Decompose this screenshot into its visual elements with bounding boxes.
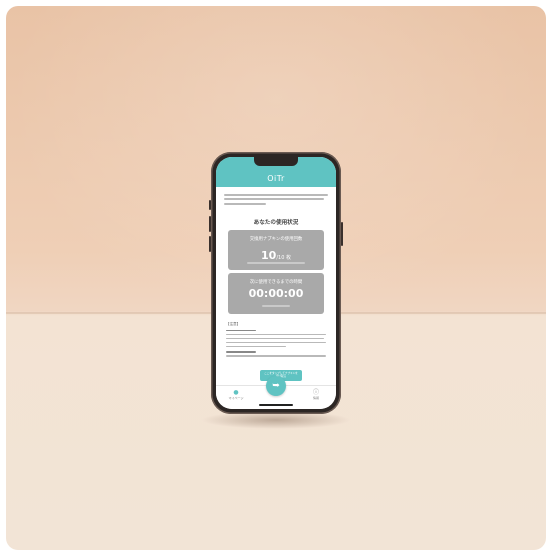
- tab-info-label: 情報: [312, 396, 319, 400]
- home-indicator: [259, 404, 293, 406]
- next-use-label: 次に使用できるまでの時間: [249, 280, 303, 285]
- phone-screen: OiTr あなたの使用状況 交換用ナプキンの使用回数 10/10 枚 次に使用で…: [216, 157, 336, 409]
- tab-info[interactable]: ⓘ 情報: [302, 389, 330, 400]
- app-header: OiTr: [216, 157, 336, 187]
- usage-count-note: [228, 262, 324, 264]
- next-use-card: 次に使用できるまでの時間 00:00:00: [228, 273, 324, 314]
- phone-notch: [254, 157, 298, 166]
- app-logo: OiTr: [267, 174, 285, 183]
- person-icon: ●: [233, 389, 239, 396]
- usage-count-label: 交換用ナプキンの使用回数: [249, 237, 303, 242]
- usage-count-unit: /10 枚: [276, 255, 291, 261]
- intro-text: [224, 191, 328, 209]
- usage-count-value: 10/10 枚: [261, 249, 291, 262]
- usage-count-card: 交換用ナプキンの使用回数 10/10 枚: [228, 230, 324, 270]
- next-use-note: [228, 305, 324, 307]
- receive-napkin-button[interactable]: ➥: [266, 376, 286, 396]
- napkin-icon: ➥: [272, 381, 280, 391]
- tab-mypage-label: マイページ: [228, 396, 244, 400]
- phone-power-button: [341, 222, 343, 246]
- phone-volume-up: [209, 216, 211, 232]
- smartphone: OiTr あなたの使用状況 交換用ナプキンの使用回数 10/10 枚 次に使用で…: [209, 152, 343, 414]
- section-title: あなたの使用状況: [253, 220, 299, 226]
- notes-heading: 【注意】: [226, 322, 241, 326]
- next-use-timer: 00:00:00: [248, 287, 304, 300]
- tab-mypage[interactable]: ● マイページ: [222, 389, 250, 400]
- phone-volume-down: [209, 236, 211, 252]
- phone-side-button: [209, 200, 211, 210]
- notes-text: 【注意】: [226, 320, 326, 359]
- info-icon: ⓘ: [312, 389, 319, 396]
